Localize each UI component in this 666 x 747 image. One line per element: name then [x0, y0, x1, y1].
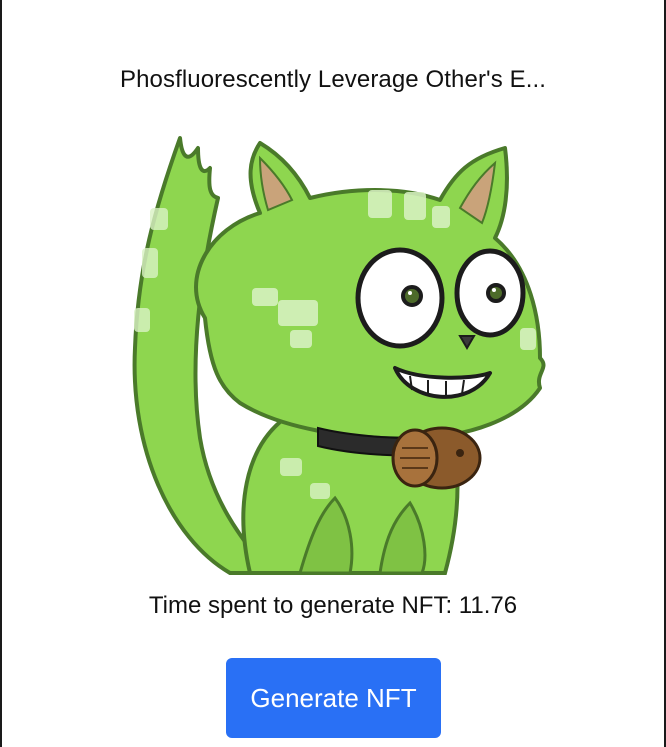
generation-time-label: Time spent to generate NFT: 11.76	[148, 592, 518, 619]
generate-nft-button[interactable]: Generate NFT	[226, 658, 441, 738]
barrel-charm	[391, 426, 482, 490]
nft-title: Phosfluorescently Leverage Other's E...	[119, 66, 547, 93]
window-border-left	[0, 0, 2, 747]
green-cartoon-cat-icon	[132, 136, 546, 575]
nft-image	[132, 136, 546, 575]
